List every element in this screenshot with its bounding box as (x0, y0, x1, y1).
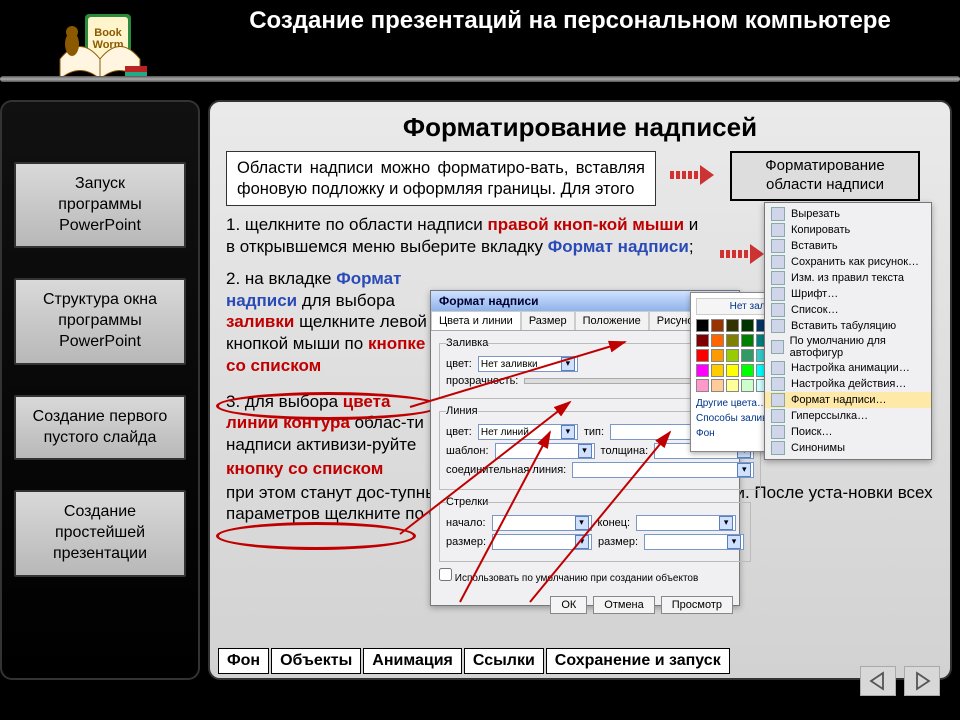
tab-save-run[interactable]: Сохранение и запуск (546, 648, 730, 674)
step2-text: 2. на вкладке Формат надписи для выбора … (226, 268, 446, 377)
highlight-oval (216, 522, 416, 550)
step3-text-a: 3. для выбора цвета линии контура облас-… (226, 391, 446, 456)
menu-item-icon (771, 409, 785, 423)
color-swatch[interactable] (741, 379, 754, 392)
context-menu-item[interactable]: Поиск… (765, 424, 931, 440)
tab-animation[interactable]: Анимация (363, 648, 462, 674)
color-swatch[interactable] (726, 364, 739, 377)
nav-create-blank-slide[interactable]: Создание первого пустого слайда (14, 395, 186, 461)
color-swatch[interactable] (711, 379, 724, 392)
dropdown-icon: ▾ (578, 444, 592, 458)
tab-background[interactable]: Фон (218, 648, 269, 674)
context-menu-item[interactable]: По умолчанию для автофигур (765, 334, 931, 360)
context-menu-item[interactable]: Шрифт… (765, 286, 931, 302)
line-color-combo[interactable]: Нет линий▾ (478, 424, 578, 440)
arrow-right-icon (670, 165, 716, 185)
menu-item-icon (771, 361, 785, 375)
triangle-left-icon (868, 671, 888, 691)
context-menu-item[interactable]: Вставить табуляцию (765, 318, 931, 334)
context-menu-item[interactable]: Сохранить как рисунок… (765, 254, 931, 270)
page-title: Создание презентаций на персональном ком… (200, 6, 940, 36)
color-swatch[interactable] (711, 364, 724, 377)
intro-text: Области надписи можно форматиро-вать, вс… (226, 151, 656, 206)
sidebar: Запуск программы PowerPoint Структура ок… (0, 100, 200, 680)
color-swatch[interactable] (696, 364, 709, 377)
menu-item-icon (771, 425, 785, 439)
triangle-right-icon (912, 671, 932, 691)
section-title: Форматирование надписей (226, 112, 934, 143)
menu-item-icon (771, 255, 785, 269)
color-swatch[interactable] (741, 334, 754, 347)
context-menu-item[interactable]: Вставить (765, 238, 931, 254)
menu-item-icon (771, 223, 785, 237)
color-swatch[interactable] (741, 349, 754, 362)
color-swatch[interactable] (711, 319, 724, 332)
menu-item-icon (771, 340, 784, 354)
color-swatch[interactable] (741, 364, 754, 377)
format-caption-area-link[interactable]: Форматирование области надписи (730, 151, 920, 201)
color-swatch[interactable] (696, 334, 709, 347)
dropdown-icon: ▾ (561, 357, 575, 371)
context-menu-item[interactable]: Список… (765, 302, 931, 318)
menu-item-icon (771, 303, 785, 317)
color-swatch[interactable] (726, 319, 739, 332)
app-logo: Book Worm (50, 4, 160, 84)
content-panel: Форматирование надписей Области надписи … (208, 100, 952, 680)
dropdown-icon: ▾ (561, 425, 575, 439)
prev-slide-button[interactable] (860, 666, 896, 696)
menu-item-icon (771, 393, 785, 407)
nav-window-structure[interactable]: Структура окна программы PowerPoint (14, 278, 186, 364)
color-swatch[interactable] (741, 319, 754, 332)
color-swatch[interactable] (696, 379, 709, 392)
ok-button[interactable]: ОК (550, 596, 587, 614)
nav-launch-powerpoint[interactable]: Запуск программы PowerPoint (14, 162, 186, 248)
color-swatch[interactable] (726, 334, 739, 347)
menu-item-icon (771, 239, 785, 253)
color-swatch[interactable] (726, 379, 739, 392)
step3-text-b: кнопку со списком (226, 458, 446, 480)
bottom-tab-bar: Фон Объекты Анимация Ссылки Сохранение и… (218, 648, 730, 674)
dropdown-icon: ▾ (737, 463, 751, 477)
arrow-right-icon (720, 244, 766, 264)
context-menu-item[interactable]: Синонимы (765, 440, 931, 456)
color-swatch[interactable] (711, 334, 724, 347)
title-underline (0, 76, 960, 82)
cancel-button[interactable]: Отмена (593, 596, 654, 614)
nav-create-simple-presentation[interactable]: Создание простейшей презентации (14, 490, 186, 576)
tab-objects[interactable]: Объекты (271, 648, 361, 674)
color-swatch[interactable] (726, 349, 739, 362)
menu-item-icon (771, 207, 785, 221)
fill-color-combo[interactable]: Нет заливки▾ (478, 356, 578, 372)
menu-item-icon (771, 377, 785, 391)
tab-links[interactable]: Ссылки (464, 648, 544, 674)
color-swatch[interactable] (696, 319, 709, 332)
context-menu-item[interactable]: Настройка анимации… (765, 360, 931, 376)
next-slide-button[interactable] (904, 666, 940, 696)
context-menu-item[interactable]: Вырезать (765, 206, 931, 222)
svg-text:Book: Book (94, 27, 122, 39)
color-swatch[interactable] (696, 349, 709, 362)
context-menu-item[interactable]: Копировать (765, 222, 931, 238)
menu-item-icon (771, 287, 785, 301)
context-menu-item[interactable]: Настройка действия… (765, 376, 931, 392)
step1-text: 1. щелкните по области надписи правой кн… (226, 214, 706, 258)
menu-item-icon (771, 271, 785, 285)
default-checkbox[interactable] (439, 568, 452, 581)
menu-item-icon (771, 319, 785, 333)
line-template-combo[interactable]: ▾ (495, 443, 595, 459)
context-menu-item[interactable]: Формат надписи… (765, 392, 931, 408)
context-menu-item[interactable]: Гиперссылка… (765, 408, 931, 424)
preview-button[interactable]: Просмотр (661, 596, 733, 614)
color-swatch[interactable] (711, 349, 724, 362)
context-menu: ВырезатьКопироватьВставитьСохранить как … (764, 202, 932, 460)
menu-item-icon (771, 441, 785, 455)
context-menu-item[interactable]: Изм. из правил текста (765, 270, 931, 286)
